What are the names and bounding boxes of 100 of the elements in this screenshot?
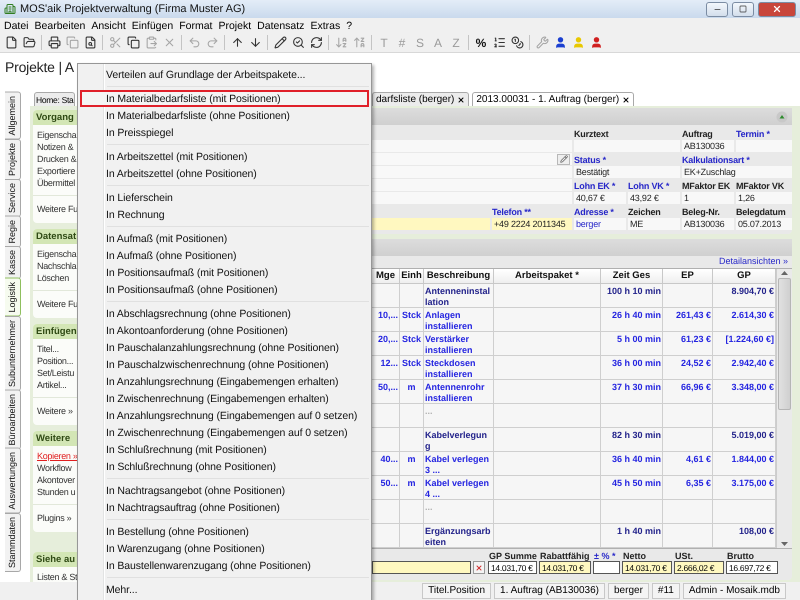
minimize-button[interactable] (706, 2, 728, 16)
collapse-icon[interactable] (776, 110, 788, 122)
side-tab[interactable]: Büroarbeiten (5, 390, 21, 450)
side-tab[interactable]: Kasse (5, 246, 21, 280)
side-tab[interactable]: Logistik (5, 278, 21, 317)
menu-item[interactable]: Verteilen auf Grundlage der Arbeitspakete... (80, 66, 369, 83)
menu-item[interactable]: In Materialbedarfsliste (ohne Positionen) (80, 107, 369, 124)
menu-item[interactable]: Extras (307, 20, 344, 32)
side-tab[interactable]: Projekte (5, 138, 21, 180)
input-field[interactable]: 43,92 € (628, 192, 680, 204)
task-link[interactable]: Listen & St (37, 571, 77, 582)
section-header[interactable]: Einfügen (33, 324, 77, 339)
menu-item[interactable]: Einfügen (128, 20, 176, 32)
task-link[interactable]: Übermittel (37, 177, 76, 189)
scroll-up-icon[interactable] (781, 271, 788, 275)
task-link[interactable]: Stunden u (37, 486, 76, 498)
menu-item[interactable]: In Positionsaufmaß (mit Positionen) (80, 264, 369, 281)
column-header[interactable]: Arbeitspaket * (494, 269, 601, 284)
scroll-down-icon[interactable] (781, 542, 788, 546)
menu-item[interactable]: In Positionsaufmaß (ohne Positionen) (80, 281, 369, 298)
task-link[interactable]: Akontover (37, 474, 75, 486)
task-link[interactable]: Exportiere (37, 165, 76, 177)
input-field[interactable] (372, 192, 572, 204)
column-header[interactable]: Einh (400, 269, 424, 284)
input-field[interactable] (736, 140, 792, 152)
menu-item[interactable]: In Baustellenwarenzugang (ohne Positionen) (80, 557, 369, 574)
task-link[interactable]: Eigenscha (37, 129, 76, 141)
menu-item[interactable]: In Arbeitszettel (ohne Positionen) (80, 165, 369, 182)
task-link[interactable]: Artikel... (37, 379, 67, 391)
side-tab[interactable]: Stammdaten (5, 512, 21, 572)
menu-item[interactable]: Mehr... (80, 581, 369, 598)
maximize-button[interactable] (732, 2, 754, 16)
menu-item[interactable]: In Zwischenrechnung (Eingabemengen auf 0 setzen) (80, 424, 369, 441)
menu-item[interactable]: In Pauschalzwischenrechnung (ohne Positionen) (80, 356, 369, 373)
menu-item[interactable]: In Abschlagsrechnung (ohne Positionen) (80, 305, 369, 322)
clear-button[interactable] (473, 561, 485, 574)
input-field[interactable]: EK+Zuschlag (682, 166, 792, 178)
input-field[interactable]: 1,26 (736, 192, 792, 204)
task-link[interactable]: Kopieren » (37, 450, 77, 462)
document-tab[interactable]: darfsliste (berger) (372, 92, 470, 106)
menu-item[interactable]: In Materialbedarfsliste (mit Positionen) (80, 90, 369, 107)
document-tab[interactable]: 2013.00031 - 1. Auftrag (berger) (472, 92, 634, 106)
menu-item[interactable]: Datensatz (254, 20, 308, 32)
menu-item[interactable]: In Zwischenrechnung (Eingabemengen erhalten) (80, 390, 369, 407)
scrollbar[interactable] (776, 269, 792, 548)
menu-item[interactable]: In Arbeitszettel (mit Positionen) (80, 148, 369, 165)
menu-item[interactable]: In Schlußrechnung (ohne Positionen) (80, 458, 369, 475)
menu-item[interactable]: Bearbeiten (32, 20, 88, 32)
section-header[interactable]: Vorgang (33, 110, 77, 125)
input-field[interactable] (372, 166, 572, 178)
menu-item[interactable]: In Preisspiegel (80, 124, 369, 141)
input-field[interactable]: 05.07.2013 (736, 218, 792, 230)
scroll-thumb[interactable] (778, 278, 791, 410)
menu-item[interactable]: In Aufmaß (mit Positionen) (80, 230, 369, 247)
task-link[interactable]: Löschen (37, 272, 69, 284)
input-field[interactable]: Bestätigt (574, 166, 680, 178)
task-link[interactable]: Nachschla (37, 260, 76, 272)
task-link[interactable]: Eigenscha (37, 248, 76, 260)
section-header[interactable]: Weitere (33, 431, 77, 446)
task-link[interactable]: Notizen & (37, 141, 74, 153)
input-field[interactable]: AB130036 (682, 218, 734, 230)
menu-item[interactable]: In Lieferschein (80, 189, 369, 206)
input-field[interactable] (372, 140, 572, 152)
menu-item[interactable]: In Bestellung (ohne Positionen) (80, 523, 369, 540)
column-header[interactable]: Beschreibung (424, 269, 494, 284)
column-header[interactable]: GP (713, 269, 776, 284)
menu-item[interactable]: In Aufmaß (ohne Positionen) (80, 247, 369, 264)
side-tab[interactable]: Regie (5, 216, 21, 248)
task-link[interactable]: Position... (37, 355, 74, 367)
close-button[interactable] (758, 2, 796, 16)
close-icon[interactable] (457, 96, 466, 104)
close-icon[interactable] (622, 96, 630, 104)
document-tab[interactable]: Home: Sta (34, 92, 76, 106)
menu-item[interactable]: In Warenzugang (ohne Positionen) (80, 540, 369, 557)
menu-item[interactable]: In Anzahlungsrechnung (Eingabemengen erhalten) (80, 373, 369, 390)
menu-item[interactable]: Format (176, 20, 216, 32)
input-field[interactable]: AB130036 (682, 140, 734, 152)
task-link[interactable]: Set/Leistu (37, 367, 74, 379)
section-header[interactable]: Siehe au (33, 552, 77, 567)
percent-button[interactable]: % (472, 34, 490, 52)
side-tab[interactable]: Auswertungen (5, 448, 21, 514)
details-link[interactable]: Detailansichten » (718, 256, 788, 268)
menu-item[interactable]: In Pauschalanzahlungsrechnung (ohne Positionen) (80, 339, 369, 356)
input-field[interactable]: 40,67 € (574, 192, 626, 204)
menu-item[interactable]: In Rechnung (80, 206, 369, 223)
more-link[interactable]: Weitere Fu (37, 203, 77, 215)
menu-item[interactable]: In Nachtragsangebot (ohne Positionen) (80, 482, 369, 499)
side-tab[interactable]: Allgemein (5, 92, 21, 140)
menu-item[interactable]: Datei (1, 20, 32, 32)
menu-item[interactable]: ? (343, 20, 356, 32)
input-field[interactable] (372, 218, 490, 230)
input-field[interactable]: +49 2224 2011345 (492, 218, 572, 230)
more-link[interactable]: Plugins » (37, 512, 72, 524)
edit-button[interactable] (557, 154, 570, 164)
task-link[interactable]: Drucken & (37, 153, 76, 165)
menu-item[interactable]: Ansicht (88, 20, 129, 32)
column-header[interactable]: EP (663, 269, 713, 284)
column-header[interactable]: Zeit Ges (601, 269, 663, 284)
more-link[interactable]: Weitere Fu (37, 298, 77, 310)
side-tab[interactable]: Subunternehmer (5, 316, 21, 391)
